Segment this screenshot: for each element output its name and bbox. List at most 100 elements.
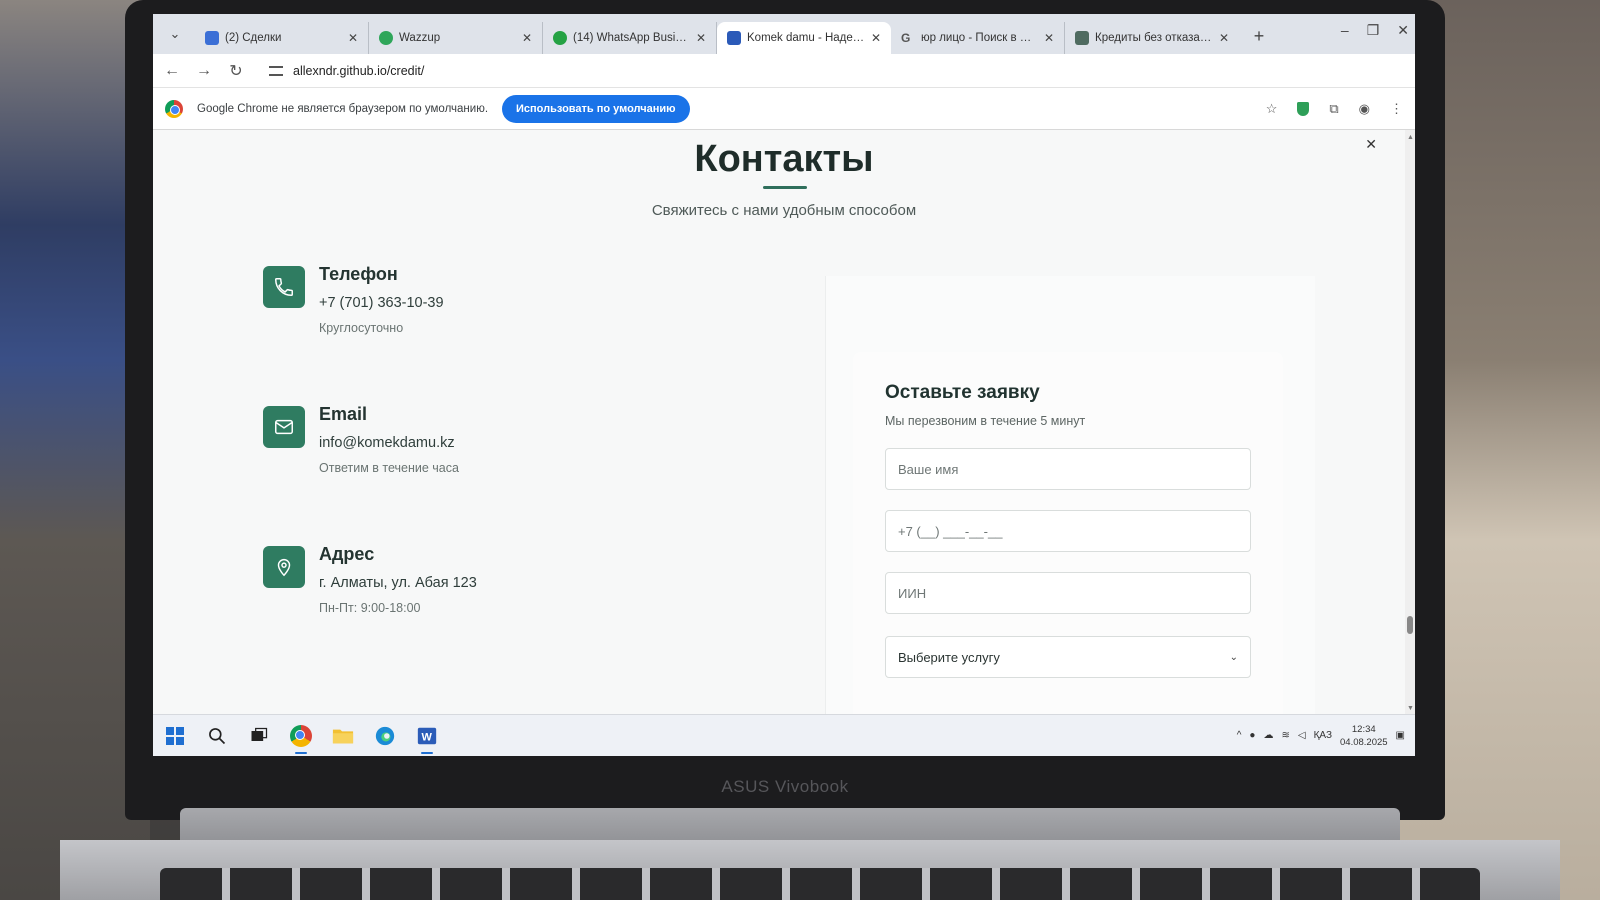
- tab-title: Кредиты без отказа в Ка: [1095, 32, 1213, 44]
- system-tray: ^ ● ☁ ≋ ◁ ҚАЗ 12:34 04.08.2025 ▣: [1237, 723, 1415, 749]
- wifi-icon[interactable]: ≋: [1281, 730, 1289, 741]
- service-select[interactable]: Выберите услугу ⌄: [885, 636, 1251, 678]
- title-underline: [763, 186, 807, 189]
- chrome-logo-icon: [165, 99, 183, 118]
- restore-icon[interactable]: ❐: [1367, 22, 1380, 39]
- new-tab-plus-icon[interactable]: +: [1245, 22, 1273, 50]
- profile-icon[interactable]: ◉: [1359, 101, 1370, 117]
- close-icon[interactable]: ✕: [1219, 31, 1229, 45]
- back-arrow-icon[interactable]: ←: [163, 62, 181, 80]
- close-icon[interactable]: ✕: [696, 31, 706, 45]
- window-close-icon[interactable]: ✕: [1397, 22, 1409, 39]
- bookmark-star-icon[interactable]: ☆: [1266, 101, 1278, 117]
- more-menu-icon[interactable]: ⋮: [1390, 101, 1403, 117]
- tab-deals[interactable]: (2) Сделки ✕: [195, 22, 369, 54]
- tray-cloud-icon[interactable]: ☁: [1263, 730, 1273, 741]
- contact-note: Ответим в течение часа: [319, 461, 459, 475]
- scrollbar-thumb[interactable]: [1407, 616, 1413, 634]
- task-view-icon[interactable]: [247, 724, 271, 748]
- iin-field[interactable]: ИИН: [885, 572, 1251, 614]
- contact-address: Адрес г. Алматы, ул. Абая 123 Пн-Пт: 9:0…: [263, 544, 477, 615]
- phone-field[interactable]: +7 (__) ___-__-__: [885, 510, 1251, 552]
- tab-title: юр лицо - Поиск в Googl: [921, 32, 1038, 44]
- keyboard-function-row: [160, 868, 1480, 900]
- edge-icon[interactable]: [373, 724, 397, 748]
- email-link[interactable]: info@komekdamu.kz: [319, 435, 459, 451]
- notifications-icon[interactable]: ▣: [1396, 730, 1405, 741]
- tab-title: (14) WhatsApp Business: [573, 32, 690, 44]
- search-icon[interactable]: [205, 724, 229, 748]
- scroll-up-icon[interactable]: ▲: [1407, 134, 1414, 141]
- chrome-taskbar-icon[interactable]: [289, 724, 313, 754]
- chevron-down-icon: ⌄: [1229, 651, 1238, 663]
- contact-note: Круглосуточно: [319, 321, 404, 335]
- site-favicon-icon: [1075, 31, 1089, 45]
- mail-icon: [263, 406, 305, 448]
- tab-search-chevron-icon[interactable]: ⌄: [161, 20, 189, 48]
- site-settings-icon[interactable]: [269, 65, 283, 76]
- close-icon[interactable]: ✕: [871, 31, 881, 45]
- contact-note: Пн-Пт: 9:00-18:00: [319, 601, 421, 615]
- wazzup-favicon-icon: [379, 31, 393, 45]
- tab-title: (2) Сделки: [225, 32, 282, 44]
- language-indicator[interactable]: ҚАЗ: [1314, 730, 1332, 741]
- whatsapp-favicon-icon: [553, 31, 567, 45]
- clock[interactable]: 12:34 04.08.2025: [1340, 723, 1388, 749]
- contact-text: Телефон +7 (701) 363-10-39 Круглосуточно: [319, 264, 444, 335]
- close-icon[interactable]: ✕: [1044, 31, 1054, 45]
- form-subtitle: Мы перезвоним в течение 5 минут: [885, 414, 1086, 428]
- tab-title: Wazzup: [399, 32, 441, 44]
- tab-komek-damu[interactable]: Komek damu - Надежное ✕: [717, 22, 891, 54]
- contact-text: Email info@komekdamu.kz Ответим в течени…: [319, 404, 459, 475]
- phone-icon: [263, 266, 305, 308]
- extensions-puzzle-icon[interactable]: ⧉: [1329, 101, 1338, 117]
- tab-title: Komek damu - Надежное: [747, 32, 865, 44]
- svg-text:W: W: [422, 731, 433, 743]
- contact-phone: Телефон +7 (701) 363-10-39 Круглосуточно: [263, 264, 444, 335]
- tray-overflow-chevron-icon[interactable]: ^: [1237, 730, 1242, 741]
- site-favicon-icon: [727, 31, 741, 45]
- word-icon[interactable]: W: [415, 724, 439, 754]
- url-text: allexndr.github.io/credit/: [293, 63, 425, 78]
- tab-whatsapp-business[interactable]: (14) WhatsApp Business ✕: [543, 22, 717, 54]
- set-default-button[interactable]: Использовать по умолчанию: [502, 94, 690, 123]
- page-title: Контакты: [694, 138, 874, 180]
- contact-email: Email info@komekdamu.kz Ответим в течени…: [263, 404, 459, 475]
- page-scrollbar[interactable]: ▲ ▼: [1405, 130, 1415, 714]
- contact-title: Адрес: [319, 544, 375, 564]
- volume-icon[interactable]: ◁: [1298, 730, 1306, 741]
- cloud-favicon-icon: [205, 31, 219, 45]
- windows-start-icon[interactable]: [163, 724, 187, 748]
- location-pin-icon: [263, 546, 305, 588]
- screen: ⌄ (2) Сделки ✕ Wazzup ✕ (14) WhatsApp Bu…: [153, 14, 1415, 756]
- address-text: г. Алматы, ул. Абая 123: [319, 575, 477, 591]
- name-field[interactable]: Ваше имя: [885, 448, 1251, 490]
- close-icon[interactable]: ✕: [348, 31, 358, 45]
- close-icon[interactable]: ✕: [522, 31, 532, 45]
- tab-credits[interactable]: Кредиты без отказа в Ка ✕: [1065, 22, 1239, 54]
- tray-location-icon[interactable]: ●: [1249, 730, 1255, 741]
- service-select-value: Выберите услугу: [898, 649, 1000, 665]
- address-bar[interactable]: allexndr.github.io/credit/: [259, 58, 1405, 84]
- default-browser-infobar: Google Chrome не является браузером по у…: [153, 88, 1415, 130]
- minimize-icon[interactable]: –: [1341, 22, 1349, 39]
- windows-taskbar: W ^ ● ☁ ≋ ◁ ҚАЗ 12:34 04.08.2025 ▣: [153, 714, 1415, 756]
- tab-wazzup[interactable]: Wazzup ✕: [369, 22, 543, 54]
- tab-google-search[interactable]: G юр лицо - Поиск в Googl ✕: [891, 22, 1065, 54]
- file-explorer-icon[interactable]: [331, 724, 355, 748]
- forward-arrow-icon[interactable]: →: [195, 62, 213, 80]
- clock-time: 12:34: [1351, 723, 1376, 735]
- tab-strip: ⌄ (2) Сделки ✕ Wazzup ✕ (14) WhatsApp Bu…: [153, 14, 1415, 54]
- toolbar-actions: ☆ ⧉ ◉ ⋮: [1266, 101, 1403, 117]
- reload-icon[interactable]: ↻: [227, 61, 245, 81]
- laptop-brand-label: ASUS Vivobook: [721, 777, 849, 796]
- shield-extension-icon[interactable]: [1297, 101, 1310, 116]
- contact-text: Адрес г. Алматы, ул. Абая 123 Пн-Пт: 9:0…: [319, 544, 477, 615]
- clock-date: 04.08.2025: [1340, 736, 1388, 748]
- phone-number-link[interactable]: +7 (701) 363-10-39: [319, 295, 444, 311]
- iin-placeholder: ИИН: [898, 585, 927, 601]
- form-title: Оставьте заявку: [885, 382, 1040, 403]
- phone-placeholder: +7 (__) ___-__-__: [898, 523, 1003, 539]
- scroll-down-icon[interactable]: ▼: [1407, 705, 1414, 712]
- page-subtitle: Свяжитесь с нами удобным способом: [651, 202, 917, 219]
